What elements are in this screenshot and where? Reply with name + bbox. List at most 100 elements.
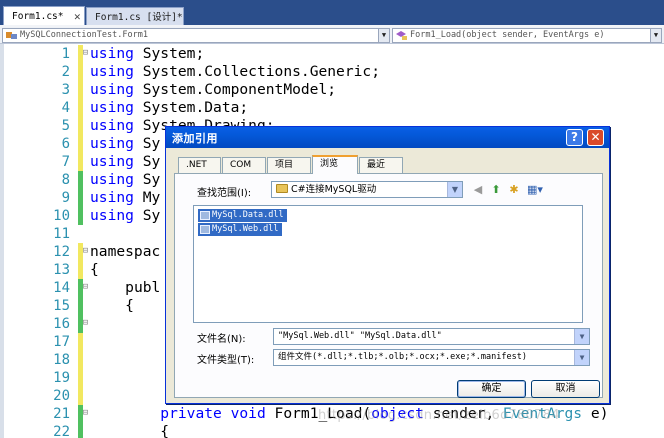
- code-text: using Sy: [90, 171, 161, 188]
- code-text: using System;: [90, 45, 205, 62]
- code-text: publ: [125, 279, 161, 296]
- code-text: using System.Collections.Generic;: [90, 63, 381, 80]
- line-number: 2: [61, 64, 70, 80]
- code-line[interactable]: 1 ⊟ using System;: [0, 45, 664, 63]
- list-item[interactable]: MySql.Data.dll: [198, 209, 287, 222]
- code-text: using My: [90, 189, 161, 206]
- change-marker: [78, 171, 83, 189]
- filename-label: 文件名(N):: [197, 334, 246, 345]
- cancel-button[interactable]: 取消: [531, 380, 600, 398]
- line-number: 15: [53, 298, 70, 314]
- tab-label: Form1.cs*: [12, 11, 64, 22]
- line-number: 14: [53, 280, 70, 296]
- line-number: 4: [61, 100, 70, 116]
- help-button[interactable]: ?: [566, 129, 583, 146]
- collapse-icon[interactable]: ⊟: [81, 409, 90, 418]
- change-marker: [78, 333, 83, 351]
- code-line[interactable]: 2 using System.Collections.Generic;: [0, 63, 664, 81]
- chevron-down-icon[interactable]: ▼: [650, 29, 661, 42]
- chevron-down-icon[interactable]: ▼: [574, 350, 589, 365]
- line-number: 21: [53, 406, 70, 422]
- file-list[interactable]: MySql.Data.dll MySql.Web.dll: [193, 205, 583, 323]
- tab-label: Form1.cs [设计]*: [95, 12, 183, 23]
- code-text: {: [90, 261, 99, 278]
- ok-button[interactable]: 确定: [457, 380, 526, 398]
- collapse-icon[interactable]: ⊟: [81, 247, 90, 256]
- type-dropdown[interactable]: MySQLConnectionTest.Form1 ▼: [2, 28, 390, 43]
- change-marker: [78, 369, 83, 387]
- chevron-down-icon[interactable]: ▼: [378, 29, 389, 42]
- code-text: using Sy: [90, 153, 161, 170]
- filetype-label: 文件类型(T):: [197, 355, 255, 366]
- line-number: 13: [53, 262, 70, 278]
- tab-com[interactable]: COM: [222, 157, 266, 173]
- line-number: 22: [53, 424, 70, 438]
- member-dropdown[interactable]: Form1_Load(object sender, EventArgs e) ▼: [392, 28, 662, 43]
- collapse-icon[interactable]: ⊟: [81, 49, 90, 58]
- tab-dotnet[interactable]: .NET: [178, 157, 221, 173]
- line-number: 7: [61, 154, 70, 170]
- code-text: {: [90, 297, 134, 314]
- collapse-icon[interactable]: ⊟: [81, 283, 90, 292]
- line-number: 20: [53, 388, 70, 404]
- chevron-down-icon[interactable]: ▼: [574, 329, 589, 344]
- code-text: using System.ComponentModel;: [90, 81, 337, 98]
- tab-projects[interactable]: 项目: [267, 157, 311, 173]
- chevron-down-icon[interactable]: ▼: [447, 182, 462, 197]
- folder-icon: [276, 184, 288, 193]
- line-number: 10: [53, 208, 70, 224]
- line-number: 17: [53, 334, 70, 350]
- collapse-icon[interactable]: ⊟: [81, 319, 90, 328]
- close-button[interactable]: ✕: [587, 129, 604, 146]
- tab-form1-designer[interactable]: Form1.cs [设计]*: [86, 7, 184, 26]
- change-marker: [78, 153, 83, 171]
- filename-input[interactable]: "MySql.Web.dll" "MySql.Data.dll" ▼: [273, 328, 590, 345]
- lookin-dropdown[interactable]: C#连接MySQL驱动 ▼: [271, 181, 463, 198]
- back-icon[interactable]: ◀: [471, 183, 485, 197]
- tab-recent[interactable]: 最近: [359, 157, 403, 173]
- dll-file-icon: [200, 211, 210, 220]
- change-marker: [78, 135, 83, 153]
- code-line[interactable]: 22 {: [0, 423, 664, 438]
- line-number: 16: [53, 316, 70, 332]
- list-item[interactable]: MySql.Web.dll: [198, 223, 282, 236]
- code-text: using Sy: [90, 135, 161, 152]
- change-marker: [78, 261, 83, 279]
- change-marker: [78, 117, 83, 135]
- member-dropdown-value: Form1_Load(object sender, EventArgs e): [410, 30, 605, 40]
- change-marker: [78, 81, 83, 99]
- change-marker: [78, 297, 83, 315]
- dialog-title-bar[interactable]: 添加引用 ? ✕: [166, 127, 609, 148]
- up-folder-icon[interactable]: ⬆: [489, 183, 503, 197]
- tab-form1-cs[interactable]: Form1.cs* ✕: [3, 6, 85, 26]
- lookin-label: 查找范围(I):: [197, 188, 252, 199]
- change-marker: [78, 207, 83, 225]
- tab-browse[interactable]: 浏览: [312, 155, 358, 174]
- code-text: namespac: [90, 243, 161, 260]
- dialog-title: 添加引用: [172, 132, 218, 145]
- line-number: 1: [61, 46, 70, 62]
- filetype-dropdown[interactable]: 组件文件(*.dll;*.tlb;*.olb;*.ocx;*.exe;*.man…: [273, 349, 590, 366]
- line-number: 6: [61, 136, 70, 152]
- type-dropdown-value: MySQLConnectionTest.Form1: [20, 30, 148, 40]
- code-line[interactable]: 3 using System.ComponentModel;: [0, 81, 664, 99]
- navigation-bar: MySQLConnectionTest.Form1 ▼ Form1_Load(o…: [0, 27, 664, 44]
- change-marker: [78, 99, 83, 117]
- code-text: using System.Data;: [90, 99, 249, 116]
- browse-tab-panel: 查找范围(I): C#连接MySQL驱动 ▼ ◀ ⬆ ✱ ▦▾ MySql.Da…: [174, 173, 603, 398]
- file-name: MySql.Web.dll: [212, 224, 279, 234]
- method-icon: [396, 31, 407, 40]
- new-folder-icon[interactable]: ✱: [507, 183, 521, 197]
- line-number: 18: [53, 352, 70, 368]
- change-marker: [78, 351, 83, 369]
- watermark-text: https://blog.csdn.net/zelb6o780784: [318, 408, 560, 423]
- line-number: 11: [53, 226, 70, 242]
- line-number: 8: [61, 172, 70, 188]
- view-menu-icon[interactable]: ▦▾: [527, 183, 543, 197]
- code-line[interactable]: 4 using System.Data;: [0, 99, 664, 117]
- close-icon[interactable]: ✕: [74, 7, 81, 26]
- code-text: using Sy: [90, 207, 161, 224]
- filename-value: "MySql.Web.dll" "MySql.Data.dll": [278, 331, 442, 341]
- class-icon: [6, 32, 17, 39]
- change-marker: [78, 63, 83, 81]
